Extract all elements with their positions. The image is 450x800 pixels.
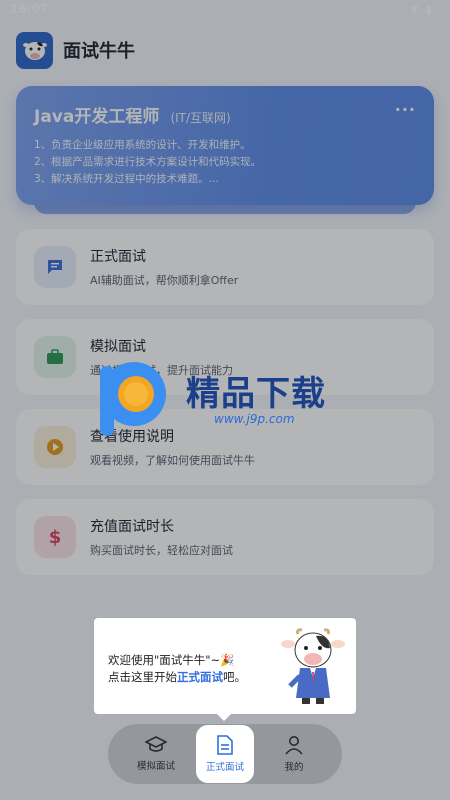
tooltip-link[interactable]: 正式面试	[177, 670, 223, 684]
nav-formal-interview-highlight[interactable]: 正式面试	[196, 725, 254, 783]
tooltip-instruction: 点击这里开始正式面试吧。	[108, 669, 246, 685]
watermark-url: www.j9p.com	[214, 412, 295, 426]
tooltip-prefix: 点击这里开始	[108, 670, 177, 684]
document-icon	[217, 735, 233, 755]
watermark: 精品下载 www.j9p.com	[96, 356, 356, 446]
tooltip-welcome: 欢迎使用"面试牛牛"~🎉	[108, 653, 235, 667]
nav-label: 正式面试	[205, 762, 244, 773]
watermark-text: 精品下载	[186, 374, 326, 414]
tooltip-arrow	[216, 713, 232, 721]
cow-mascot-icon	[281, 628, 345, 704]
tooltip-suffix: 吧。	[223, 670, 246, 684]
watermark-logo-icon	[100, 362, 166, 436]
